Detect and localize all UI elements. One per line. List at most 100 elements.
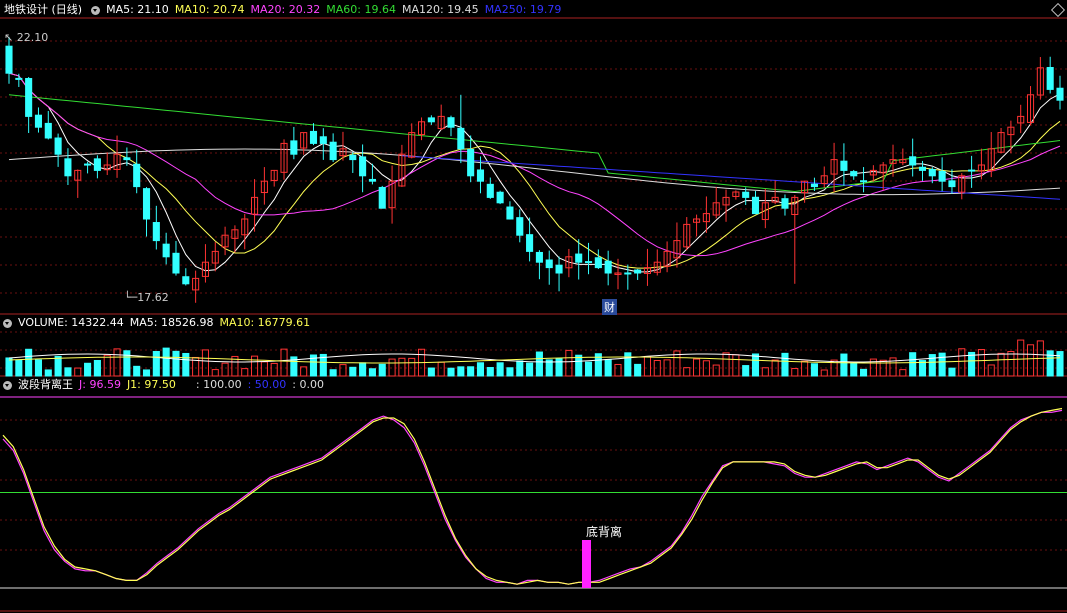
- candle-body: [860, 180, 868, 183]
- high-price-value: 22.10: [16, 31, 49, 44]
- volume-bar: [476, 362, 485, 377]
- volume-bar: [683, 367, 691, 377]
- volume-bar: [339, 364, 347, 377]
- volume-bar: [663, 359, 671, 377]
- candle-body: [467, 148, 475, 177]
- volume-bar: [899, 369, 907, 377]
- volume-bar: [329, 369, 337, 377]
- volume-bar: [64, 367, 72, 377]
- dropdown-icon[interactable]: [91, 5, 101, 15]
- volume-bars: [5, 339, 1064, 377]
- financial-report-marker[interactable]: 财: [602, 299, 617, 315]
- volume-bar: [516, 360, 524, 377]
- volume-bar: [270, 362, 278, 377]
- candle-body: [54, 137, 62, 155]
- volume-bar: [378, 363, 386, 377]
- volume-bar: [54, 355, 62, 377]
- volume-bar: [486, 367, 494, 377]
- volume-bar: [810, 363, 818, 377]
- volume-bar: [260, 361, 268, 377]
- candle-body: [152, 222, 160, 242]
- indicator-lines: [0, 396, 1067, 589]
- volume-bar: [634, 363, 642, 377]
- volume-bar: [732, 354, 740, 377]
- candle-body: [506, 206, 514, 220]
- volume-panel-header: VOLUME: 14322.44 MA5: 18526.98 MA10: 167…: [0, 315, 316, 331]
- volume-bar: [801, 360, 809, 377]
- volume-bar: [938, 352, 946, 377]
- candle-body: [496, 191, 504, 204]
- candle-body: [15, 77, 23, 80]
- vol-ma5: MA5: 18526.98: [129, 316, 214, 329]
- volume-bar: [850, 362, 858, 377]
- low-price-label: └─17.62: [124, 291, 169, 304]
- candle-body: [5, 45, 13, 74]
- volume-bar: [152, 350, 160, 377]
- volume-bar: [584, 361, 593, 377]
- ma250-label: MA250: 19.79: [484, 3, 562, 16]
- dropdown-icon[interactable]: [3, 380, 12, 390]
- ma20-label: MA20: 20.32: [250, 3, 321, 16]
- volume-bar: [614, 363, 622, 377]
- volume-bar: [103, 354, 111, 377]
- stock-title[interactable]: 地铁设计 (日线): [0, 2, 82, 18]
- volume-bar: [221, 362, 229, 377]
- candle-body: [359, 156, 367, 177]
- vol-ma10: MA10: 16779.61: [219, 316, 311, 329]
- volume-bar: [840, 353, 848, 377]
- volume-bar: [987, 364, 995, 377]
- low-price-value: 17.62: [137, 291, 169, 304]
- volume-bar: [1007, 351, 1015, 377]
- candle-body: [594, 257, 602, 269]
- candle-body: [840, 160, 848, 171]
- indicator-title[interactable]: 波段背离王: [18, 377, 73, 393]
- volume-bar: [968, 351, 976, 377]
- ma120-label: MA120: 19.45: [401, 3, 479, 16]
- dropdown-icon[interactable]: [3, 318, 12, 328]
- candle-body: [486, 183, 494, 198]
- volume-bar: [113, 348, 121, 377]
- candle-body: [516, 217, 524, 236]
- candle-body: [624, 272, 632, 275]
- volume-bar: [565, 349, 573, 377]
- volume-bar: [781, 352, 789, 377]
- candle-body: [526, 234, 534, 252]
- ma5-label: MA5: 21.10: [106, 3, 169, 16]
- candle-body: [928, 168, 936, 177]
- candle-body: [290, 140, 298, 155]
- volume-bar: [909, 352, 917, 377]
- volume-bar: [93, 359, 101, 377]
- candle-body: [349, 154, 357, 161]
- volume-bar: [555, 358, 563, 377]
- j-value: J: 96.59: [79, 378, 121, 391]
- j1-value: J1: 97.50: [126, 378, 176, 391]
- candle-body: [182, 276, 190, 285]
- volume-bar: [977, 349, 985, 377]
- candle-body: [584, 261, 593, 264]
- j-line: [2, 409, 1063, 585]
- main-panel-header: 地铁设计 (日线) MA5: 21.10 MA10: 20.74 MA20: 2…: [0, 2, 567, 18]
- candle-body: [968, 169, 976, 172]
- candle-body: [938, 170, 946, 182]
- volume-bar: [398, 357, 406, 377]
- stock-chart-canvas[interactable]: [0, 0, 1067, 613]
- volume-bar: [1026, 344, 1035, 377]
- candle-body: [751, 196, 760, 215]
- volume-bar: [535, 351, 543, 377]
- candle-body: [447, 117, 455, 128]
- candle-body: [368, 178, 376, 182]
- high-price-label: ↖ 22.10: [4, 31, 49, 44]
- volume-bar: [722, 352, 730, 377]
- volume-bar: [172, 350, 180, 377]
- candle-body: [142, 188, 151, 220]
- candle-body: [545, 259, 553, 269]
- volume-bar: [44, 369, 52, 377]
- candle-body: [25, 78, 33, 117]
- volume-bar: [74, 367, 82, 377]
- candle-body: [948, 180, 956, 188]
- level-100: : 100.00: [195, 378, 242, 391]
- volume-bar: [496, 362, 504, 377]
- candle-body: [742, 191, 750, 198]
- volume-bar: [408, 357, 416, 377]
- volume-bar: [25, 348, 33, 377]
